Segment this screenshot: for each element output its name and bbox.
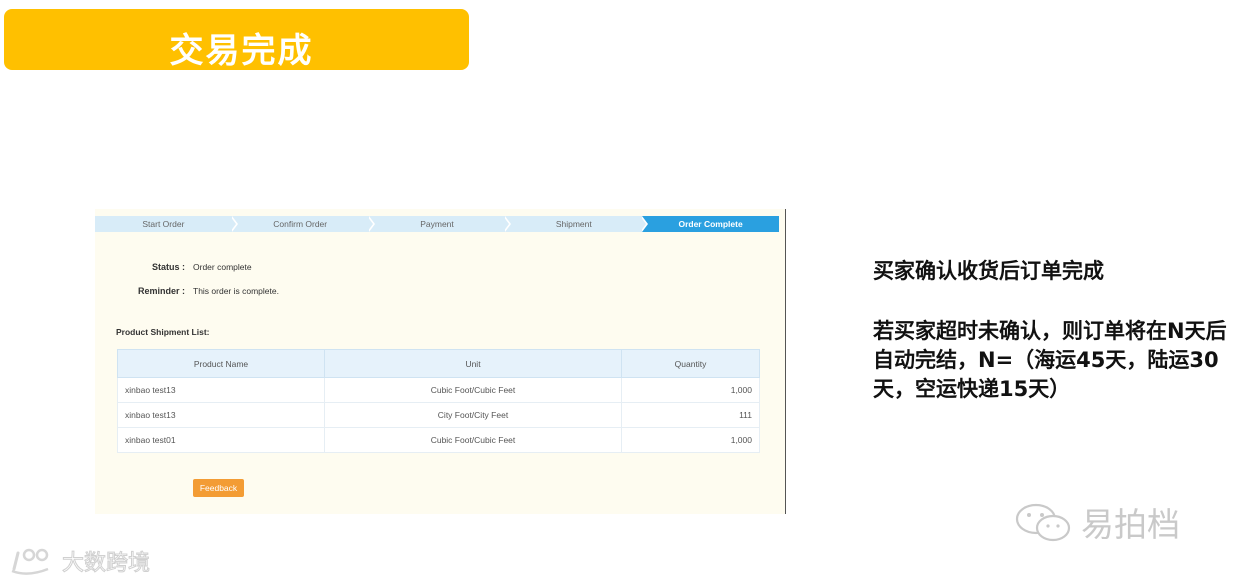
column-header-unit: Unit	[324, 349, 622, 378]
cell-quantity: 1,000	[621, 377, 760, 403]
watermark-left-text: 大数跨境	[61, 551, 151, 577]
cell-quantity: 1,000	[621, 427, 760, 453]
watermark-right-text: 易拍档	[1081, 505, 1180, 544]
order-page-screenshot: Start Order Confirm Order Payment Shipme…	[95, 209, 785, 514]
status-label: Status :	[151, 262, 185, 272]
watermark-right: 易拍档	[1015, 500, 1180, 544]
cell-unit: City Foot/City Feet	[324, 402, 622, 428]
column-header-product-name: Product Name	[117, 349, 325, 378]
logo-icon	[11, 548, 49, 575]
cell-quantity: 111	[621, 402, 760, 428]
watermark-left: 大数跨境	[8, 545, 151, 577]
table-row: xinbao test01 Cubic Foot/Cubic Feet 1,00…	[117, 427, 760, 453]
step-confirm-order: Confirm Order	[232, 216, 375, 232]
shipment-table: Product Name Unit Quantity xinbao test13…	[117, 349, 760, 453]
cell-unit: Cubic Foot/Cubic Feet	[324, 377, 622, 403]
cell-product-name: xinbao test13	[117, 377, 325, 403]
note-detail: 若买家超时未确认，则订单将在N天后自动完结，N=（海运45天，陆运30天，空运快…	[873, 319, 1227, 401]
status-value: Order complete	[193, 262, 252, 272]
table-row: xinbao test13 Cubic Foot/Cubic Feet 1,00…	[117, 377, 760, 403]
column-header-quantity: Quantity	[621, 349, 760, 378]
cell-unit: Cubic Foot/Cubic Feet	[324, 427, 622, 453]
step-start-order: Start Order	[95, 216, 238, 232]
cell-product-name: xinbao test13	[117, 402, 325, 428]
title-banner: 交易完成	[4, 9, 469, 71]
feedback-button[interactable]: Feedback	[193, 479, 244, 497]
reminder-value: This order is complete.	[193, 286, 279, 296]
table-row: xinbao test13 City Foot/City Feet 111	[117, 402, 760, 428]
step-payment: Payment	[369, 216, 512, 232]
step-shipment: Shipment	[505, 216, 648, 232]
table-header-row: Product Name Unit Quantity	[117, 349, 760, 378]
screenshot-edge	[785, 209, 786, 514]
cell-product-name: xinbao test01	[117, 427, 325, 453]
page-title: 交易完成	[169, 31, 314, 71]
order-progress-bar: Start Order Confirm Order Payment Shipme…	[95, 216, 779, 232]
shipment-list-title: Product Shipment List:	[116, 327, 210, 337]
reminder-label: Reminder :	[137, 286, 185, 296]
note-heading: 买家确认收货后订单完成	[873, 259, 1104, 283]
step-order-complete: Order Complete	[642, 216, 779, 232]
wechat-icon	[1015, 503, 1071, 542]
